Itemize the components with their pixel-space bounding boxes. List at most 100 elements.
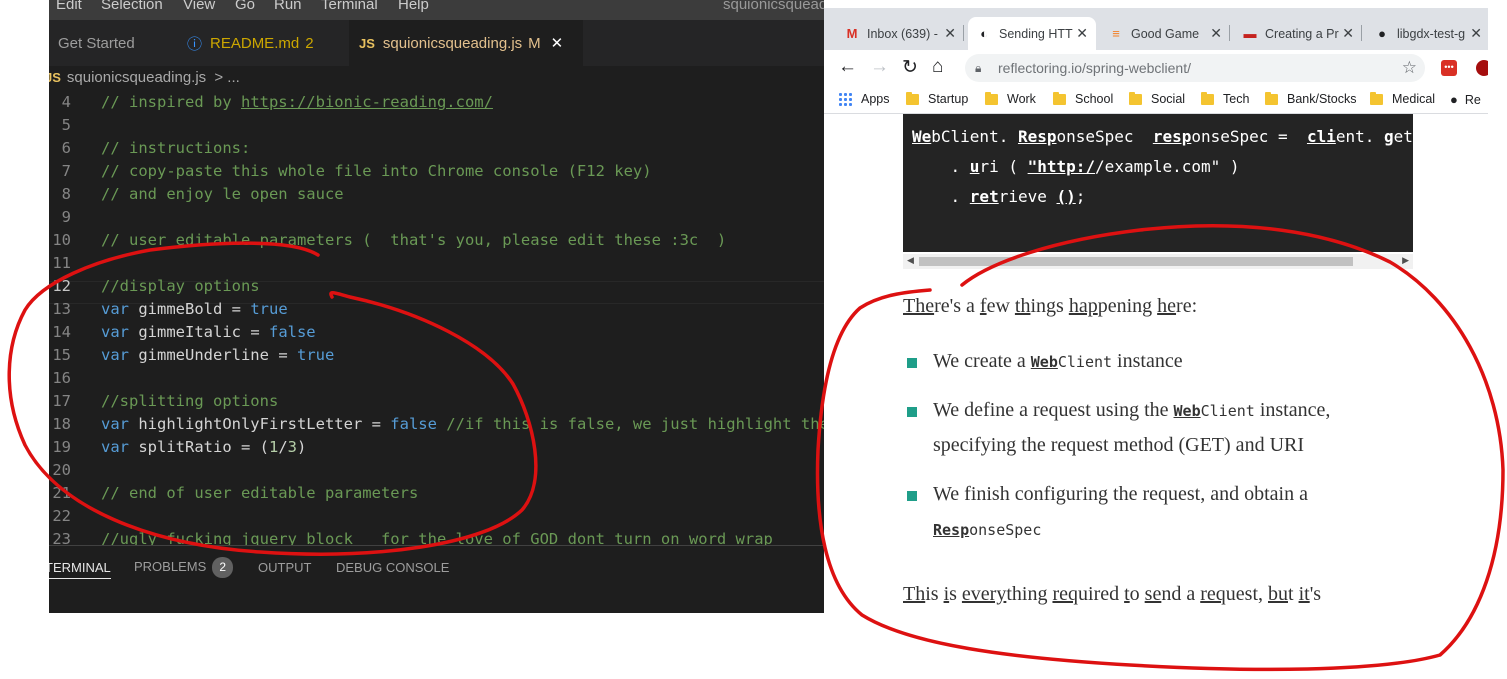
code-line[interactable]: 15 var gimmeUnderline = true <box>49 344 824 367</box>
menu-help[interactable]: Help <box>398 0 429 13</box>
bookmark-startup[interactable]: Startup <box>906 91 968 106</box>
back-arrow-icon[interactable]: ← <box>838 56 857 78</box>
panel-tab-terminal[interactable]: TERMINAL <box>49 560 111 579</box>
bookmark-tech[interactable]: Tech <box>1201 91 1250 106</box>
close-icon[interactable]: ✕ <box>1342 25 1354 42</box>
code-text: // copy-paste this whole file into Chrom… <box>101 160 652 183</box>
code-line[interactable]: 18 var highlightOnlyFirstLetter = false /… <box>49 413 824 436</box>
code-line[interactable]: 22 <box>49 505 824 528</box>
bookmark-re[interactable]: ● Re <box>1450 92 1481 107</box>
text-run: t <box>1288 583 1299 605</box>
tab-get-started[interactable]: Get Started <box>49 20 173 66</box>
bookmark-social[interactable]: Social <box>1129 91 1185 106</box>
code-text: // instructions: <box>101 137 250 160</box>
bookmark-star-icon[interactable]: ☆ <box>1402 54 1417 82</box>
code-line[interactable]: 9 <box>49 206 824 229</box>
browser-tab-good-game[interactable]: ≡ Good Game ✕ <box>1100 17 1230 50</box>
apps-grid-icon <box>838 92 852 106</box>
code-line[interactable]: 4 // inspired by https://bionic-reading.c… <box>49 91 824 114</box>
text-run: instance, <box>1254 399 1331 421</box>
code-line[interactable]: 7 // copy-paste this whole file into Chro… <box>49 160 824 183</box>
code-line[interactable]: 19 var splitRatio = (1/3) <box>49 436 824 459</box>
code-token: ; <box>1075 187 1086 206</box>
close-icon[interactable]: ✕ <box>551 34 564 52</box>
panel-tab-problems[interactable]: PROBLEMS 2 <box>134 557 234 578</box>
browser-tab-creating[interactable]: ▬ Creating a Pr ✕ <box>1234 17 1362 50</box>
code-line[interactable]: 10 // user editable parameters ( that's y… <box>49 229 824 252</box>
breadcrumb-file[interactable]: squionicsqueading.js <box>67 69 206 86</box>
panel-tab-debug-console[interactable]: DEBUG CONSOLE <box>336 560 449 575</box>
code-token: // end of user editable parameters <box>101 484 419 502</box>
close-icon[interactable]: ✕ <box>1076 25 1088 42</box>
code-line[interactable]: 5 <box>49 114 824 137</box>
line-number: 9 <box>61 208 71 226</box>
code-line[interactable]: 14 var gimmeItalic = false <box>49 321 824 344</box>
code-line[interactable]: 13 var gimmeBold = true <box>49 298 824 321</box>
code-editor[interactable]: 4 // inspired by https://bionic-reading.c… <box>49 91 824 545</box>
code-line[interactable]: 12 //display options <box>49 275 824 298</box>
reload-icon[interactable]: ↻ <box>902 56 918 79</box>
browser-tab-sending-http[interactable]: ◐ Sending HTT ✕ <box>968 17 1096 50</box>
code-text: // user editable parameters ( that's you… <box>101 229 726 252</box>
browser-tab-libgdx[interactable]: ● libgdx-test-g ✕ <box>1366 17 1488 50</box>
text-run: instance <box>1112 350 1183 372</box>
code-line[interactable]: 17 //splitting options <box>49 390 824 413</box>
bookmark-apps[interactable]: Apps <box>838 92 890 106</box>
code-line[interactable]: 21 // end of user editable parameters <box>49 482 824 505</box>
close-icon[interactable]: ✕ <box>1470 25 1482 42</box>
menu-selection[interactable]: Selection <box>101 0 163 13</box>
bullet-marker <box>907 358 917 368</box>
folder-icon <box>906 91 919 105</box>
bookmark-medical[interactable]: Medical <box>1370 91 1435 106</box>
code-line[interactable]: 8 // and enjoy le open sauce <box>49 183 824 206</box>
code-token: gimmeBold <box>138 300 223 318</box>
code-token: //if this is false, we just highlight th… <box>436 415 824 433</box>
scrollbar-thumb[interactable] <box>919 257 1353 266</box>
tab-squionicsqueading[interactable]: JS squionicsqueading.js M ✕ <box>349 20 583 66</box>
menu-run[interactable]: Run <box>274 0 302 13</box>
article-line: We finish configuring the request, and o… <box>933 483 1308 506</box>
article-line: We define a request using the WebClient … <box>933 399 1330 422</box>
menu-edit[interactable]: Edit <box>56 0 82 13</box>
text-run: every <box>961 583 1007 605</box>
close-icon[interactable]: ✕ <box>1210 25 1222 42</box>
code-line[interactable]: 6 // instructions: <box>49 137 824 160</box>
code-line[interactable]: 16 <box>49 367 824 390</box>
extension-icon[interactable] <box>1476 60 1488 76</box>
address-bar[interactable]: 🔒︎ reflectoring.io/spring-webclient/ ☆ <box>965 54 1425 82</box>
inline-code: Client <box>1200 402 1255 420</box>
text-run: pening <box>1097 295 1158 317</box>
panel-tab-output[interactable]: OUTPUT <box>258 560 311 575</box>
line-number: 22 <box>52 507 71 525</box>
code-block-scrollbar[interactable]: ◀ ▶ <box>903 254 1413 269</box>
folder-icon <box>1129 91 1142 105</box>
javascript-icon: JS <box>49 70 61 85</box>
tab-label: squionicsqueading.js <box>382 34 523 52</box>
menu-go[interactable]: Go <box>235 0 255 13</box>
close-icon[interactable]: ✕ <box>944 25 956 42</box>
lock-icon: 🔒︎ <box>975 61 982 75</box>
tab-readme[interactable]: ⓘ README.md 2 <box>173 20 349 66</box>
breadcrumb-more[interactable]: ... <box>227 69 240 86</box>
forward-arrow-icon[interactable]: → <box>870 56 889 78</box>
extension-icon[interactable]: ••• <box>1441 60 1457 76</box>
code-token: . <box>912 187 970 206</box>
code-token: var <box>101 346 139 364</box>
text-run: hap <box>1068 295 1098 317</box>
code-line[interactable]: 11 <box>49 252 824 275</box>
code-line[interactable]: 20 <box>49 459 824 482</box>
code-line[interactable]: 23 //ugly fucking jquery block for the lo… <box>49 528 824 545</box>
menu-view[interactable]: View <box>183 0 215 13</box>
browser-tab-inbox[interactable]: M Inbox (639) - ✕ <box>836 17 964 50</box>
scroll-left-icon[interactable]: ◀ <box>907 255 914 266</box>
text-run: f <box>979 295 987 317</box>
code-token: ent. <box>1335 127 1385 146</box>
bookmark-label: Tech <box>1223 92 1250 106</box>
menu-terminal[interactable]: Terminal <box>321 0 378 13</box>
bookmark-bank-stocks[interactable]: Bank/Stocks <box>1265 91 1356 106</box>
bookmark-work[interactable]: Work <box>985 91 1036 106</box>
home-icon[interactable]: ⌂ <box>932 56 943 78</box>
bookmark-school[interactable]: School <box>1053 91 1113 106</box>
article-line: This is everything required to send a re… <box>903 583 1321 606</box>
scroll-right-icon[interactable]: ▶ <box>1402 255 1409 266</box>
